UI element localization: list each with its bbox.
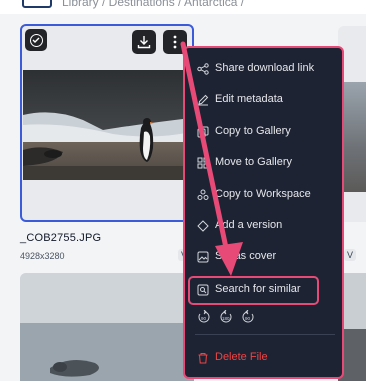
seal-photo bbox=[20, 273, 194, 381]
asset-card-bottom[interactable] bbox=[20, 273, 194, 381]
select-checkbox[interactable] bbox=[25, 29, 47, 51]
download-icon bbox=[137, 36, 151, 49]
penguin-photo bbox=[23, 70, 191, 180]
menu-item-label: Add a version bbox=[215, 219, 283, 231]
rotate-actions: 90 180 90 bbox=[197, 310, 255, 324]
menu-item-share-download-link[interactable]: Share download link bbox=[185, 58, 342, 80]
breadcrumb[interactable]: Library / Destinations / Antarctica / bbox=[62, 0, 244, 9]
menu-item-label: Copy to Gallery bbox=[215, 125, 291, 137]
menu-item-label: Edit metadata bbox=[215, 93, 283, 105]
menu-item-label: Share download link bbox=[215, 62, 315, 74]
search-similar-icon bbox=[197, 284, 209, 296]
menu-item-set-as-cover[interactable]: Set as cover bbox=[185, 246, 342, 268]
context-menu: Share download link Edit metadata Copy t… bbox=[183, 46, 344, 379]
menu-item-label: Search for similar bbox=[215, 283, 301, 295]
rotate-right-90-icon[interactable]: 90 bbox=[197, 310, 211, 324]
share-icon bbox=[197, 63, 209, 75]
check-icon bbox=[29, 33, 43, 47]
menu-item-edit-metadata[interactable]: Edit metadata bbox=[185, 89, 342, 111]
top-bar: Library / Destinations / Antarctica / bbox=[0, 0, 366, 14]
more-vertical-icon bbox=[173, 35, 177, 49]
image-icon bbox=[197, 251, 209, 263]
asset-thumbnail[interactable] bbox=[23, 70, 191, 180]
menu-item-label: Delete File bbox=[215, 351, 268, 363]
logo-icon bbox=[22, 0, 52, 8]
menu-divider bbox=[195, 334, 335, 335]
menu-item-search-for-similar[interactable]: Search for similar bbox=[185, 279, 342, 301]
rotate-90-label: 90 bbox=[245, 316, 251, 321]
menu-item-copy-to-gallery[interactable]: Copy to Gallery bbox=[185, 121, 342, 143]
copy-icon bbox=[197, 126, 209, 138]
trash-icon bbox=[198, 353, 208, 364]
menu-item-label: Set as cover bbox=[215, 250, 277, 262]
download-button[interactable] bbox=[132, 30, 156, 54]
menu-item-delete-file[interactable]: Delete File bbox=[185, 347, 342, 369]
menu-item-copy-to-workspace[interactable]: Copy to Workspace bbox=[185, 184, 342, 206]
menu-item-label: Move to Gallery bbox=[215, 156, 293, 168]
rotate-left-90-icon[interactable]: 90 bbox=[241, 310, 255, 324]
menu-item-move-to-gallery[interactable]: Move to Gallery bbox=[185, 152, 342, 174]
move-icon bbox=[197, 157, 209, 169]
asset-card-selected[interactable] bbox=[20, 24, 194, 222]
menu-item-add-a-version[interactable]: Add a version bbox=[185, 215, 342, 237]
version-badge-right: V bbox=[344, 249, 357, 261]
menu-item-label: Copy to Workspace bbox=[215, 188, 311, 200]
version-icon bbox=[197, 220, 209, 232]
asset-dimensions: 4928x3280 bbox=[20, 251, 65, 261]
edit-icon bbox=[198, 94, 209, 106]
asset-filename[interactable]: _COB2755.JPG bbox=[20, 232, 101, 244]
rotate-180-icon[interactable]: 180 bbox=[219, 310, 233, 324]
workspace-icon bbox=[197, 189, 209, 200]
rotate-180-label: 180 bbox=[222, 316, 230, 321]
rotate-90-label: 90 bbox=[201, 316, 207, 321]
